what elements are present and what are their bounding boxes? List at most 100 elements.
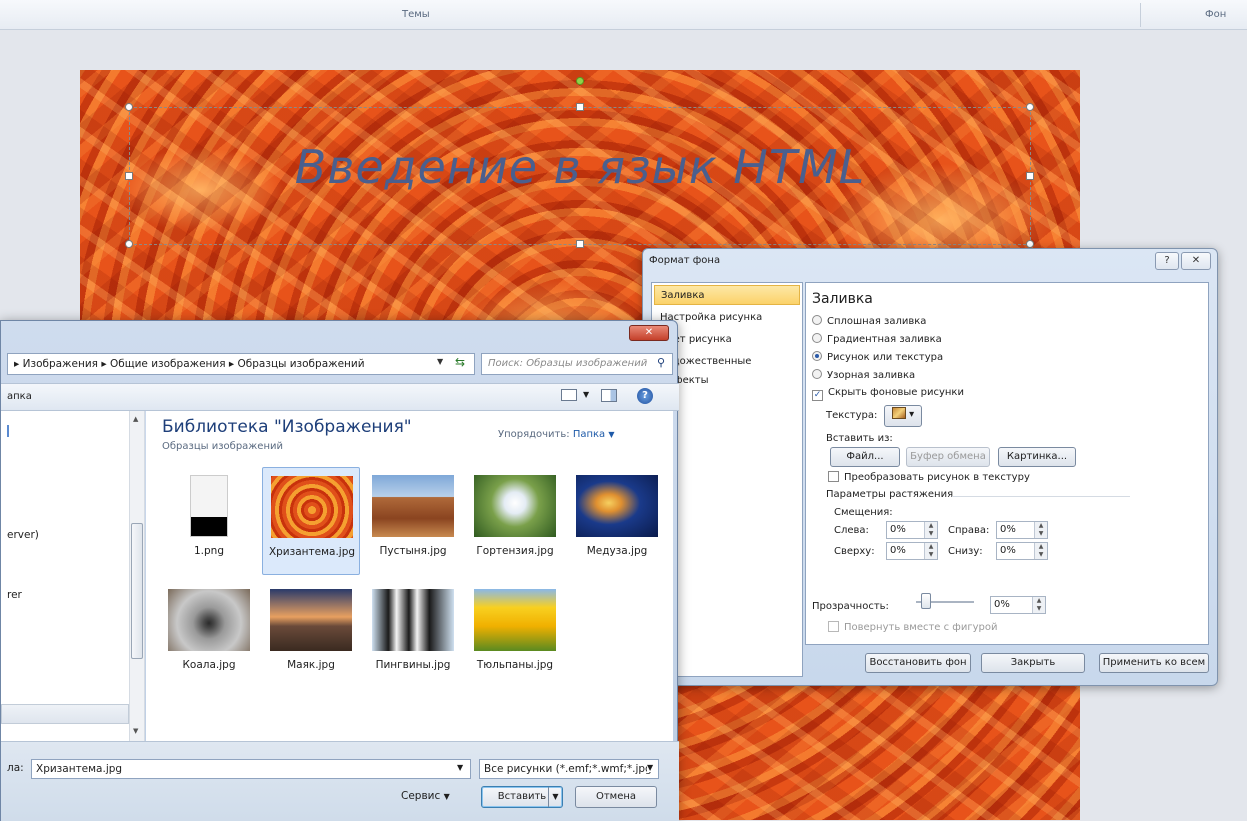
address-dropdown-icon[interactable]: ▼: [437, 357, 443, 366]
texture-picker[interactable]: ▾: [884, 405, 922, 427]
arrange-by-value[interactable]: Папка: [573, 429, 605, 440]
slide-title[interactable]: Введение в язык HTML: [80, 140, 1080, 194]
spin-arrows-icon[interactable]: ▲ ▼: [924, 522, 937, 538]
spin-arrows-icon[interactable]: ▲ ▼: [1032, 597, 1045, 613]
resize-handle-bottom-right[interactable]: [1026, 240, 1034, 248]
clipboard-button[interactable]: Буфер обмена: [906, 447, 990, 467]
filename-dropdown-icon[interactable]: ▼: [457, 763, 463, 772]
dialog-close-button[interactable]: ✕: [1181, 252, 1211, 270]
file-thumbnail: [474, 589, 556, 651]
right-offset-spinner[interactable]: 0% ▲ ▼: [996, 521, 1048, 539]
resize-handle-top[interactable]: [576, 103, 584, 111]
left-offset-spinner[interactable]: 0% ▲ ▼: [886, 521, 938, 539]
fill-settings-panel: Заливка Сплошная заливка Градиентная зал…: [805, 282, 1209, 645]
service-label: Сервис: [401, 790, 441, 802]
checkbox-checked[interactable]: ✓: [812, 390, 823, 401]
nav-item-rer[interactable]: rer: [7, 589, 22, 601]
filetype-dropdown-icon[interactable]: ▼: [647, 763, 654, 772]
address-bar[interactable]: ▸ Изображения ▸ Общие изображения ▸ Обра…: [7, 353, 475, 375]
scroll-thumb[interactable]: [131, 523, 143, 659]
file-dialog-close-button[interactable]: ✕: [629, 325, 669, 341]
tile-checkbox[interactable]: Преобразовать рисунок в текстуру: [828, 471, 1030, 483]
resize-handle-top-right[interactable]: [1026, 103, 1034, 111]
file-item[interactable]: Пустыня.jpg: [364, 467, 462, 575]
radio-pattern-fill[interactable]: Узорная заливка: [812, 369, 915, 381]
scroll-up-icon[interactable]: ▲: [133, 415, 138, 423]
bottom-offset-spinner[interactable]: 0% ▲ ▼: [996, 542, 1048, 560]
file-button[interactable]: Файл...: [830, 447, 900, 467]
rotate-handle[interactable]: [576, 77, 584, 85]
search-icon[interactable]: ⚲: [657, 356, 665, 369]
breadcrumb-item[interactable]: Общие изображения: [110, 358, 226, 370]
file-dialog-footer: ла: Хризантема.jpg ▼ Все рисунки (*.emf;…: [1, 741, 679, 821]
file-item-selected[interactable]: Хризантема.jpg: [262, 467, 360, 575]
ribbon-bar: Темы Фон: [0, 0, 1247, 30]
ribbon-group-themes: Темы: [402, 9, 430, 20]
new-folder-label[interactable]: апка: [7, 391, 32, 402]
transparency-spinner[interactable]: 0% ▲ ▼: [990, 596, 1046, 614]
rotate-with-shape-checkbox[interactable]: Повернуть вместе с фигурой: [828, 621, 998, 633]
refresh-icon[interactable]: ⇆: [455, 355, 465, 369]
transparency-label: Прозрачность:: [812, 601, 889, 612]
file-item[interactable]: Пингвины.jpg: [364, 581, 462, 689]
insert-button[interactable]: Вставить ▼: [481, 786, 563, 808]
file-list-area: Библиотека "Изображения" Образцы изображ…: [146, 411, 673, 741]
scroll-down-icon[interactable]: ▼: [133, 727, 138, 735]
nav-item-fill[interactable]: Заливка: [654, 285, 800, 305]
close-button[interactable]: Закрыть: [981, 653, 1085, 673]
search-input[interactable]: Поиск: Образцы изображений: [481, 353, 673, 375]
resize-handle-bottom[interactable]: [576, 240, 584, 248]
spin-arrows-icon[interactable]: ▲ ▼: [1034, 522, 1047, 538]
radio-label: Узорная заливка: [827, 370, 916, 381]
clipart-button[interactable]: Картинка...: [998, 447, 1076, 467]
file-item[interactable]: 1.png: [160, 467, 258, 575]
cancel-button[interactable]: Отмена: [575, 786, 657, 808]
breadcrumb-item[interactable]: Образцы изображений: [238, 358, 365, 370]
left-offset-label: Слева:: [834, 525, 869, 536]
insert-split-arrow-icon[interactable]: ▼: [548, 787, 562, 807]
chevron-down-icon[interactable]: ▼: [583, 390, 589, 399]
file-toolbar: апка ▼ ?: [1, 383, 679, 411]
spinner-value: 0%: [1000, 545, 1016, 556]
preview-pane-icon[interactable]: [601, 389, 617, 402]
radio-gradient-fill[interactable]: Градиентная заливка: [812, 333, 942, 345]
file-item[interactable]: Коала.jpg: [160, 581, 258, 689]
top-offset-spinner[interactable]: 0% ▲ ▼: [886, 542, 938, 560]
nav-item-server[interactable]: erver): [7, 529, 39, 541]
spin-arrows-icon[interactable]: ▲ ▼: [1034, 543, 1047, 559]
radio-picture-fill[interactable]: Рисунок или текстура: [812, 351, 943, 363]
file-item[interactable]: Медуза.jpg: [568, 467, 666, 575]
service-menu[interactable]: Сервис ▼: [401, 790, 450, 802]
reset-background-button[interactable]: Восстановить фон: [865, 653, 971, 673]
file-item[interactable]: Гортензия.jpg: [466, 467, 564, 575]
file-name: Пустыня.jpg: [379, 545, 447, 557]
breadcrumb-arrow-icon: ▸: [101, 358, 107, 370]
nav-scrollbar[interactable]: ▲ ▼: [129, 411, 144, 741]
help-icon[interactable]: ?: [637, 388, 653, 404]
help-button[interactable]: ?: [1155, 252, 1179, 270]
radio-circle[interactable]: [812, 333, 822, 343]
breadcrumb-item[interactable]: Изображения: [23, 358, 98, 370]
view-mode-icon[interactable]: [561, 389, 577, 401]
file-item[interactable]: Тюльпаны.jpg: [466, 581, 564, 689]
bottom-offset-label: Снизу:: [948, 546, 983, 557]
checkbox[interactable]: [828, 471, 839, 482]
spin-arrows-icon[interactable]: ▲ ▼: [924, 543, 937, 559]
checkbox-label: Преобразовать рисунок в текстуру: [844, 472, 1030, 483]
radio-circle[interactable]: [812, 315, 822, 325]
resize-handle-top-left[interactable]: [125, 103, 133, 111]
hide-bg-checkbox[interactable]: ✓ Скрыть фоновые рисунки: [812, 387, 964, 401]
transparency-slider-thumb[interactable]: [921, 593, 931, 609]
apply-to-all-button[interactable]: Применить ко всем: [1099, 653, 1209, 673]
checkbox-label: Скрыть фоновые рисунки: [828, 387, 964, 398]
filename-input[interactable]: Хризантема.jpg: [31, 759, 471, 779]
radio-solid-fill[interactable]: Сплошная заливка: [812, 315, 926, 327]
checkbox-disabled[interactable]: [828, 621, 839, 632]
arrange-by[interactable]: Упорядочить: Папка ▼: [498, 429, 615, 440]
radio-circle-selected[interactable]: [812, 351, 822, 361]
radio-circle[interactable]: [812, 369, 822, 379]
file-thumbnail: [372, 589, 454, 651]
filetype-select[interactable]: Все рисунки (*.emf;*.wmf;*.jpg: [479, 759, 659, 779]
resize-handle-bottom-left[interactable]: [125, 240, 133, 248]
file-item[interactable]: Маяк.jpg: [262, 581, 360, 689]
